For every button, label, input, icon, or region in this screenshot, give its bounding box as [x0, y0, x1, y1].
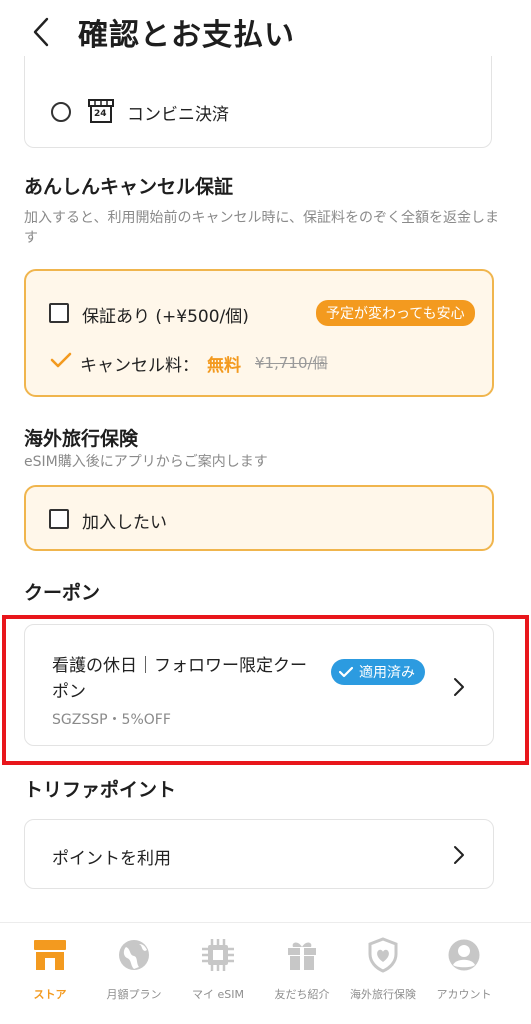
tab-store[interactable]: ストア [6, 937, 94, 1002]
tab-referral-label: 友だち紹介 [274, 988, 330, 1001]
cancel-guarantee-title: あんしんキャンセル保証 [24, 176, 234, 198]
insurance-option-label: 加入したい [82, 513, 167, 533]
tab-account-label: アカウント [436, 988, 492, 1001]
check-icon [50, 352, 72, 368]
tab-account[interactable]: アカウント [420, 937, 508, 1002]
back-button[interactable] [26, 14, 56, 50]
convenience-store-option[interactable]: 24 コンビニ決済 [25, 56, 491, 146]
chip-icon [200, 937, 236, 973]
convenience-store-label: コンビニ決済 [127, 105, 229, 125]
chevron-right-icon [454, 846, 464, 864]
tab-my-esim-label: マイ eSIM [192, 988, 244, 1001]
cancel-guarantee-description: 加入すると、利用開始前のキャンセル時に、保証料をのぞく全額を返金します [24, 210, 500, 246]
convenience-store-icon: 24 [87, 98, 115, 124]
guarantee-option[interactable]: 保証あり (+¥500/個) 予定が変わっても安心 [26, 287, 492, 331]
points-title: トリファポイント [24, 779, 177, 801]
header: 確認とお支払い [0, 0, 531, 64]
tab-store-label: ストア [33, 988, 67, 1001]
tab-travel-insurance[interactable]: 海外旅行保険 [339, 937, 427, 1002]
guarantee-option-label: 保証あり (+¥500/個) [82, 307, 249, 327]
store-icon [32, 937, 68, 973]
tab-referral[interactable]: 友だち紹介 [258, 937, 346, 1002]
guarantee-checkbox[interactable] [49, 303, 69, 323]
chevron-left-icon [33, 17, 49, 47]
gift-icon [284, 937, 320, 973]
cancel-guarantee-card: 保証あり (+¥500/個) 予定が変わっても安心 キャンセル料： 無料 ¥1,… [24, 269, 494, 397]
payment-method-card: 24 コンビニ決済 [24, 56, 492, 148]
shield-heart-icon [365, 937, 401, 973]
convenience-store-radio[interactable] [51, 102, 71, 122]
peace-of-mind-tag: 予定が変わっても安心 [316, 300, 475, 326]
insurance-checkbox[interactable] [49, 509, 69, 529]
cancel-fee-label: キャンセル料： [80, 356, 199, 376]
tab-monthly-plan-label: 月額プラン [106, 988, 162, 1001]
points-card[interactable]: ポイントを利用 [24, 819, 494, 889]
insurance-title: 海外旅行保険 [24, 428, 139, 450]
globe-icon [116, 937, 152, 973]
cancel-fee-free: 無料 [207, 356, 241, 376]
cancel-fee-original: ¥1,710/個 [255, 354, 328, 372]
tab-my-esim[interactable]: マイ eSIM [174, 937, 262, 1002]
account-icon [446, 937, 482, 973]
page-title: 確認とお支払い [78, 18, 295, 53]
bottom-tab-bar: ストア 月額プラン マイ eSIM 友だち紹介 海外旅行保険 アカウント [0, 922, 531, 1024]
coupon-title: クーポン [24, 582, 101, 604]
use-points-label: ポイントを利用 [52, 849, 171, 869]
highlight-box [2, 615, 529, 765]
tab-monthly-plan[interactable]: 月額プラン [90, 937, 178, 1002]
store-badge-text: 24 [94, 109, 107, 119]
insurance-card[interactable]: 加入したい [24, 485, 494, 551]
tab-travel-insurance-label: 海外旅行保険 [350, 988, 416, 1001]
insurance-description: eSIM購入後にアプリからご案内します [24, 454, 268, 470]
